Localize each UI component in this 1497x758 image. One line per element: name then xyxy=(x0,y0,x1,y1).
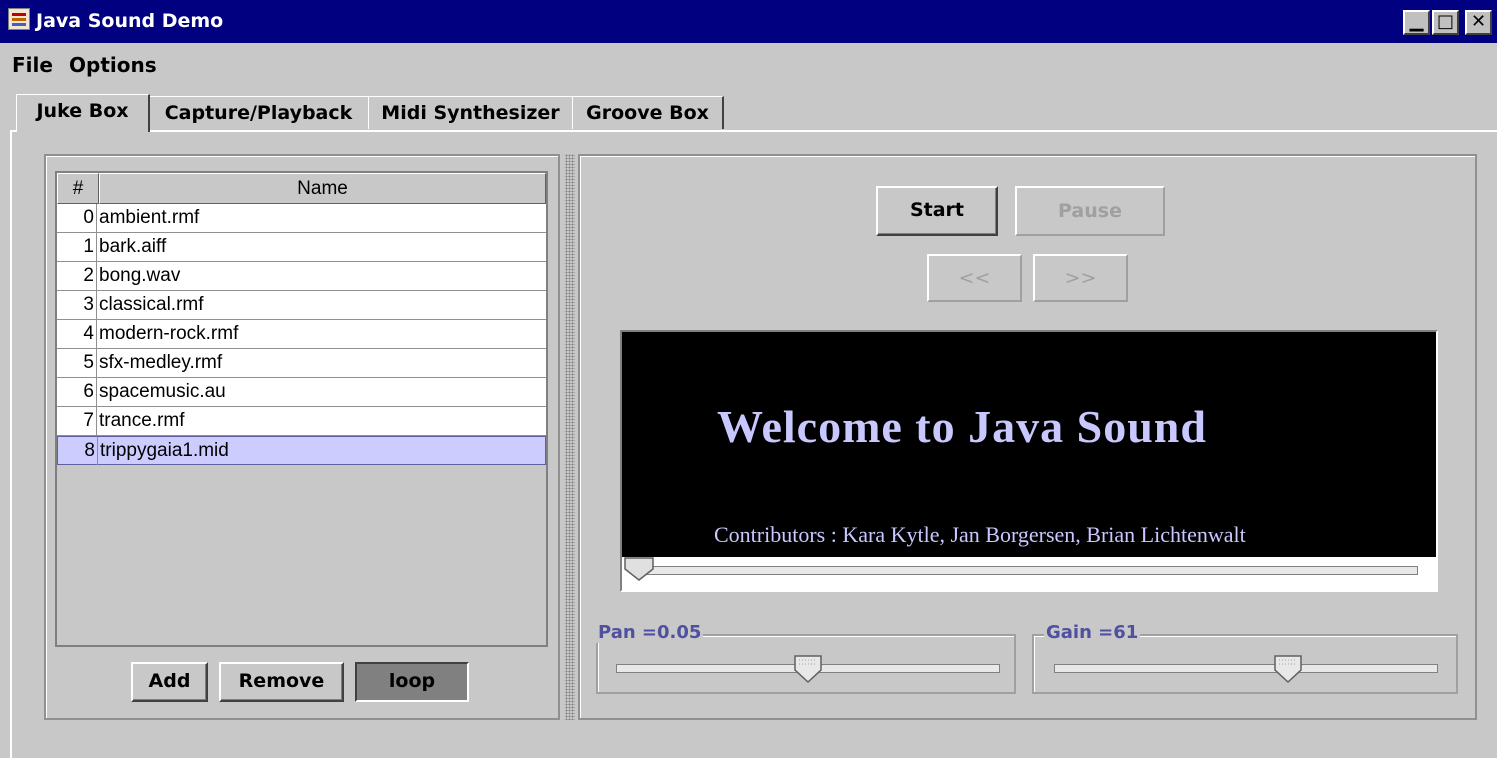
close-button[interactable]: ✕ xyxy=(1465,10,1492,35)
row-number: 1 xyxy=(57,233,97,261)
row-file-name: ambient.rmf xyxy=(99,207,200,228)
row-number: 8 xyxy=(58,437,98,465)
gain-control-group: Gain =61 xyxy=(1032,622,1458,694)
table-row[interactable]: 4 modern-rock.rmf xyxy=(57,320,546,349)
gain-label: Gain =61 xyxy=(1044,622,1141,643)
row-file-name: sfx-medley.rmf xyxy=(99,352,223,373)
row-number: 7 xyxy=(57,407,97,435)
table-row[interactable]: 6 spacemusic.au xyxy=(57,378,546,407)
title-bar: Java Sound Demo ▁ □ ✕ xyxy=(0,0,1497,43)
row-file-name: trippygaia1.mid xyxy=(100,440,229,461)
table-row[interactable]: 8 trippygaia1.mid xyxy=(57,436,546,465)
previous-button[interactable]: << xyxy=(927,254,1022,302)
split-pane-divider[interactable] xyxy=(565,154,575,720)
row-number: 5 xyxy=(57,349,97,377)
remove-button[interactable]: Remove xyxy=(219,662,344,702)
maximize-icon: □ xyxy=(1436,11,1454,32)
tab-juke-box[interactable]: Juke Box xyxy=(16,94,150,132)
row-number: 3 xyxy=(57,291,97,319)
tab-capture-playback[interactable]: Capture/Playback xyxy=(148,96,370,129)
row-number: 6 xyxy=(57,378,97,406)
close-icon: ✕ xyxy=(1470,11,1487,32)
table-row[interactable]: 7 trance.rmf xyxy=(57,407,546,436)
row-file-name: classical.rmf xyxy=(99,294,204,315)
playlist-table[interactable]: # Name 0 ambient.rmf 1 bark.aiff 2 bong.wav 3 c… xyxy=(55,171,548,647)
gain-slider-groove[interactable] xyxy=(1054,664,1438,673)
table-row[interactable]: 1 bark.aiff xyxy=(57,233,546,262)
row-file-name: trance.rmf xyxy=(99,410,185,431)
minimize-icon: ▁ xyxy=(1409,11,1424,32)
loop-toggle-button[interactable]: loop xyxy=(355,662,469,702)
gain-slider-thumb[interactable] xyxy=(1273,654,1303,684)
menu-bar: File Options xyxy=(0,43,1497,88)
row-number: 4 xyxy=(57,320,97,348)
tab-midi-synthesizer[interactable]: Midi Synthesizer xyxy=(368,96,574,129)
playback-progress-slider[interactable] xyxy=(622,557,1436,590)
minimize-button[interactable]: ▁ xyxy=(1403,10,1430,35)
pan-label: Pan =0.05 xyxy=(596,622,704,643)
start-button[interactable]: Start xyxy=(876,186,998,236)
add-button[interactable]: Add xyxy=(131,662,208,702)
window-title: Java Sound Demo xyxy=(36,10,224,32)
java-app-icon[interactable] xyxy=(8,8,30,30)
next-button[interactable]: >> xyxy=(1033,254,1128,302)
now-playing-display: Welcome to Java Sound Contributors : Kar… xyxy=(620,330,1438,592)
column-header-name[interactable]: Name xyxy=(99,173,546,204)
menu-file[interactable]: File xyxy=(12,53,53,77)
pan-control-group: Pan =0.05 xyxy=(596,622,1016,694)
column-header-number[interactable]: # xyxy=(57,173,99,204)
welcome-text: Welcome to Java Sound xyxy=(717,401,1207,452)
table-row[interactable]: 2 bong.wav xyxy=(57,262,546,291)
maximize-button[interactable]: □ xyxy=(1432,10,1459,35)
contributors-text: Contributors : Kara Kytle, Jan Borgersen… xyxy=(714,522,1246,547)
row-file-name: modern-rock.rmf xyxy=(99,323,239,344)
progress-slider-thumb[interactable] xyxy=(624,557,654,581)
row-file-name: bark.aiff xyxy=(99,236,167,257)
progress-groove xyxy=(634,566,1418,575)
pause-button[interactable]: Pause xyxy=(1015,186,1165,236)
table-row[interactable]: 0 ambient.rmf xyxy=(57,204,546,233)
row-file-name: spacemusic.au xyxy=(99,381,226,402)
row-number: 0 xyxy=(57,204,97,232)
menu-options[interactable]: Options xyxy=(69,53,157,77)
tab-groove-box[interactable]: Groove Box xyxy=(572,96,724,129)
row-number: 2 xyxy=(57,262,97,290)
row-file-name: bong.wav xyxy=(99,265,181,286)
table-row[interactable]: 5 sfx-medley.rmf xyxy=(57,349,546,378)
table-row[interactable]: 3 classical.rmf xyxy=(57,291,546,320)
pan-slider-thumb[interactable] xyxy=(793,654,823,684)
